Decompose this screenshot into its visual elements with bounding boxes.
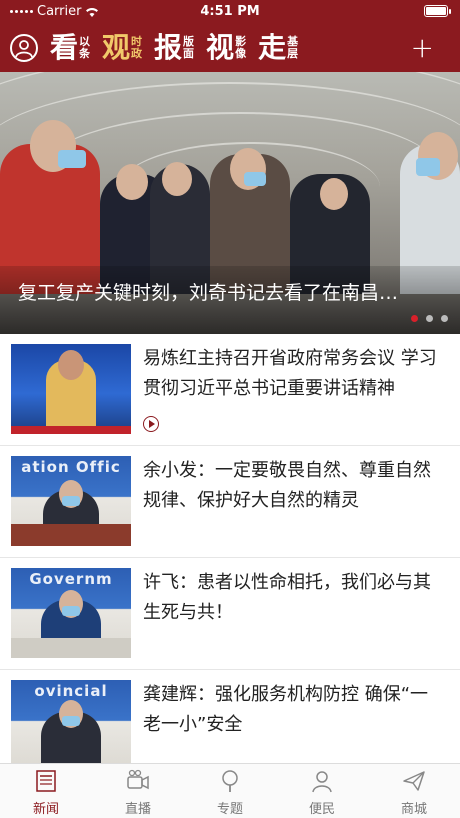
magnifier-icon xyxy=(217,768,243,794)
thumbnail-backdrop-text: ovincial xyxy=(34,682,108,700)
tab-shi[interactable]: 视 影像 xyxy=(206,24,246,72)
tab-big-char: 观 xyxy=(102,31,131,64)
paper-plane-icon xyxy=(401,768,427,794)
news-list: 易炼红主持召开省政府常务会议 学习贯彻习近平总书记重要讲话精神 ation Of… xyxy=(0,334,460,782)
tab-label: 便民 xyxy=(308,802,335,817)
carousel-dot[interactable] xyxy=(441,315,448,322)
tab-news[interactable]: 新闻 xyxy=(0,764,92,818)
podium xyxy=(11,524,131,546)
tab-zou[interactable]: 走 基层 xyxy=(258,24,298,72)
tab-label: 专题 xyxy=(216,802,243,817)
news-title: 许飞：患者以性命相托，我们必与其生死与共！ xyxy=(143,572,431,623)
desk xyxy=(11,638,131,658)
news-item[interactable]: Governm 许飞：患者以性命相托，我们必与其生死与共！ xyxy=(0,558,460,670)
tab-live[interactable]: 直播 xyxy=(92,764,184,818)
tab-guan[interactable]: 观 时政 xyxy=(102,24,142,72)
anchor-head xyxy=(58,350,84,380)
tab-mall[interactable]: 商城 xyxy=(368,764,460,818)
status-bar: Carrier 4:51 PM xyxy=(0,0,460,24)
tab-small-chars: 影像 xyxy=(235,36,246,60)
tab-label: 新闻 xyxy=(32,802,59,817)
bottom-tab-bar: 新闻 直播 专题 便民 商城 xyxy=(0,763,460,818)
user-icon xyxy=(15,40,33,58)
news-item[interactable]: ation Offic 余小发：一定要敬畏自然、尊重自然规律、保护好大自然的精灵 xyxy=(0,446,460,558)
news-title: 余小发：一定要敬畏自然、尊重自然规律、保护好大自然的精灵 xyxy=(143,460,431,511)
tab-big-char: 报 xyxy=(154,31,183,64)
tab-small-chars: 以条 xyxy=(79,36,90,60)
person-icon xyxy=(309,768,335,794)
face-mask xyxy=(58,150,86,168)
news-ticker-bar xyxy=(11,426,131,434)
tab-small-char: 面 xyxy=(183,47,195,60)
news-thumbnail: ovincial xyxy=(11,680,131,770)
carousel-dot[interactable] xyxy=(426,315,433,322)
face-mask xyxy=(62,716,80,726)
top-nav-bar: 看 以条 观 时政 报 版面 视 影像 走 基层 + xyxy=(0,24,460,72)
news-item[interactable]: 易炼红主持召开省政府常务会议 学习贯彻习近平总书记重要讲话精神 xyxy=(0,334,460,446)
tab-small-char: 像 xyxy=(235,47,247,60)
face-mask xyxy=(62,606,80,616)
tab-services[interactable]: 便民 xyxy=(276,764,368,818)
face-mask xyxy=(244,172,266,186)
tab-kan[interactable]: 看 以条 xyxy=(50,24,90,72)
tab-small-char: 政 xyxy=(131,47,143,60)
add-channel-button[interactable]: + xyxy=(411,34,434,62)
newspaper-icon xyxy=(33,768,59,794)
channel-tabs: 看 以条 观 时政 报 版面 视 影像 走 基层 xyxy=(50,24,298,72)
tab-small-char: 层 xyxy=(287,47,299,60)
banner-title: 复工复产关键时刻，刘奇书记去看了在南昌… xyxy=(18,282,399,304)
tab-bao[interactable]: 报 版面 xyxy=(154,24,194,72)
play-video-icon[interactable] xyxy=(143,416,159,432)
face-mask xyxy=(416,158,440,176)
battery-icon xyxy=(424,5,451,17)
tab-big-char: 走 xyxy=(258,31,287,64)
person-head xyxy=(162,162,192,196)
tab-small-chars: 基层 xyxy=(287,36,298,60)
person-head xyxy=(320,178,348,210)
tab-big-char: 视 xyxy=(206,31,235,64)
news-thumbnail: Governm xyxy=(11,568,131,658)
person-head xyxy=(116,164,148,200)
news-thumbnail: ation Offic xyxy=(11,456,131,546)
tab-small-char: 条 xyxy=(79,47,91,60)
tab-topics[interactable]: 专题 xyxy=(184,764,276,818)
news-title: 易炼红主持召开省政府常务会议 学习贯彻习近平总书记重要讲话精神 xyxy=(143,348,437,399)
tab-big-char: 看 xyxy=(50,31,79,64)
tab-small-chars: 时政 xyxy=(131,36,142,60)
face-mask xyxy=(62,496,80,506)
video-camera-icon xyxy=(125,768,151,794)
carousel-dot[interactable] xyxy=(411,315,418,322)
carousel-dots xyxy=(411,315,448,322)
thumbnail-backdrop-text: ation Offic xyxy=(21,458,121,476)
thumbnail-backdrop-text: Governm xyxy=(29,570,113,588)
tab-label: 商城 xyxy=(400,802,427,817)
headline-banner[interactable]: 复工复产关键时刻，刘奇书记去看了在南昌… xyxy=(0,72,460,334)
news-thumbnail xyxy=(11,344,131,434)
tab-small-chars: 版面 xyxy=(183,36,194,60)
news-title: 龚建辉：强化服务机构防控 确保“一老一小”安全 xyxy=(143,684,429,735)
status-time: 4:51 PM xyxy=(200,4,260,19)
tab-label: 直播 xyxy=(124,802,151,817)
user-avatar-button[interactable] xyxy=(10,34,38,62)
